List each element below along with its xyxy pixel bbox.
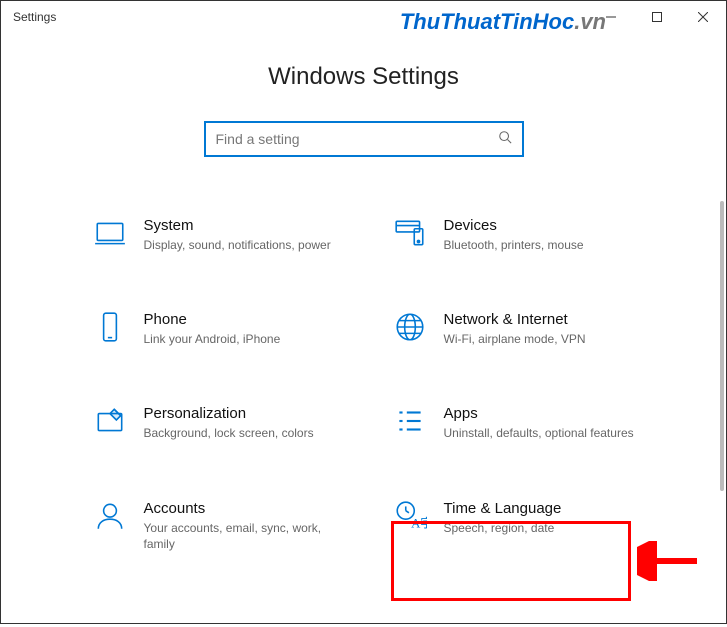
watermark-suffix: .vn — [574, 9, 606, 34]
tile-desc: Bluetooth, printers, mouse — [444, 237, 636, 253]
tile-text: Apps Uninstall, defaults, optional featu… — [444, 403, 636, 441]
tile-title: Network & Internet — [444, 311, 636, 328]
scrollbar[interactable] — [720, 201, 724, 491]
tile-phone[interactable]: Phone Link your Android, iPhone — [84, 301, 344, 355]
tile-desc: Your accounts, email, sync, work, family — [144, 520, 336, 552]
tile-personalization[interactable]: Personalization Background, lock screen,… — [84, 395, 344, 449]
svg-text:A字: A字 — [411, 516, 427, 530]
search-container — [1, 121, 726, 157]
tile-time-language[interactable]: A字 Time & Language Speech, region, date — [384, 490, 644, 560]
tile-text: Time & Language Speech, region, date — [444, 498, 636, 536]
tile-text: Personalization Background, lock screen,… — [144, 403, 336, 441]
tile-text: Network & Internet Wi-Fi, airplane mode,… — [444, 309, 636, 347]
tile-text: Devices Bluetooth, printers, mouse — [444, 215, 636, 253]
tile-title: Devices — [444, 217, 636, 234]
tile-desc: Background, lock screen, colors — [144, 425, 336, 441]
accounts-icon — [92, 498, 128, 534]
tile-title: Accounts — [144, 500, 336, 517]
tile-desc: Wi-Fi, airplane mode, VPN — [444, 331, 636, 347]
phone-icon — [92, 309, 128, 345]
tile-text: Accounts Your accounts, email, sync, wor… — [144, 498, 336, 552]
tile-devices[interactable]: Devices Bluetooth, printers, mouse — [384, 207, 644, 261]
window-controls — [588, 1, 726, 33]
settings-grid: System Display, sound, notifications, po… — [61, 207, 666, 560]
system-icon — [92, 215, 128, 251]
time-language-icon: A字 — [392, 498, 428, 534]
tile-system[interactable]: System Display, sound, notifications, po… — [84, 207, 344, 261]
tile-desc: Uninstall, defaults, optional features — [444, 425, 636, 441]
tile-title: Phone — [144, 311, 336, 328]
tile-title: System — [144, 217, 336, 234]
tile-text: Phone Link your Android, iPhone — [144, 309, 336, 347]
window-title: Settings — [13, 10, 56, 24]
search-input[interactable] — [216, 131, 498, 147]
tile-desc: Link your Android, iPhone — [144, 331, 336, 347]
arrow-annotation — [637, 541, 707, 581]
tile-title: Apps — [444, 405, 636, 422]
tile-network[interactable]: Network & Internet Wi-Fi, airplane mode,… — [384, 301, 644, 355]
watermark-main: ThuThuatTinHoc — [400, 9, 574, 34]
tile-desc: Display, sound, notifications, power — [144, 237, 336, 253]
devices-icon — [392, 215, 428, 251]
close-button[interactable] — [680, 1, 726, 33]
tile-text: System Display, sound, notifications, po… — [144, 215, 336, 253]
search-box[interactable] — [204, 121, 524, 157]
tile-accounts[interactable]: Accounts Your accounts, email, sync, wor… — [84, 490, 344, 560]
tile-desc: Speech, region, date — [444, 520, 636, 536]
tile-title: Personalization — [144, 405, 336, 422]
personalization-icon — [92, 403, 128, 439]
maximize-button[interactable] — [634, 1, 680, 33]
content-area: System Display, sound, notifications, po… — [1, 207, 726, 627]
watermark: ThuThuatTinHoc.vn — [400, 9, 606, 35]
page-title: Windows Settings — [1, 63, 726, 91]
globe-icon — [392, 309, 428, 345]
tile-apps[interactable]: Apps Uninstall, defaults, optional featu… — [384, 395, 644, 449]
tile-title: Time & Language — [444, 500, 636, 517]
titlebar: Settings — [1, 1, 726, 33]
apps-icon — [392, 403, 428, 439]
search-icon — [498, 130, 512, 149]
